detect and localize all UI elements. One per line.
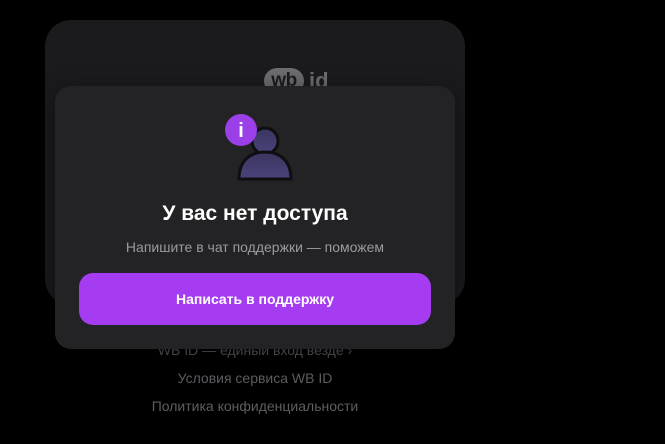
user-info-icon: i [225,114,293,181]
info-badge-glyph: i [238,120,244,142]
write-to-support-button[interactable]: Написать в поддержку [79,273,431,325]
footer-link-privacy[interactable]: Политика конфиденциальности [0,392,510,420]
modal-title: У вас нет доступа [162,202,348,225]
modal-subtitle: Напишите в чат поддержки — поможем [125,239,385,255]
no-access-modal: i У вас нет доступа Напишите в чат подде… [55,86,455,349]
footer-link-terms[interactable]: Условия сервиса WB ID [0,364,510,392]
